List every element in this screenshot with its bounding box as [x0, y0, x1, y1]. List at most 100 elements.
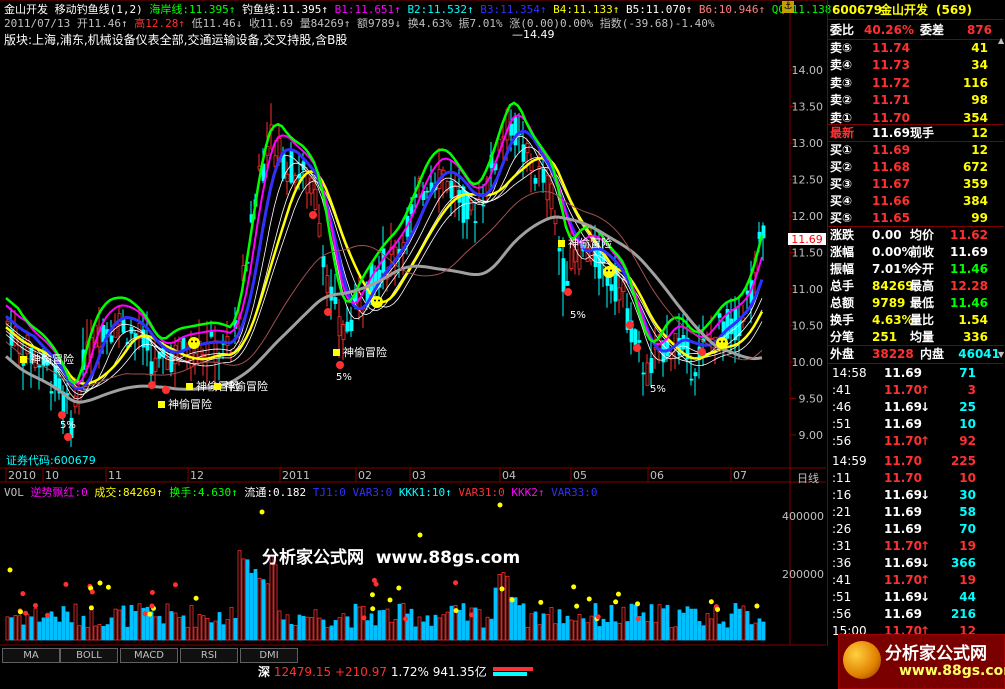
- time-axis-label: 2011: [282, 469, 310, 482]
- sell-volume: 98: [971, 93, 988, 108]
- signal-label: 神偷冒险: [30, 352, 74, 366]
- volume-bar: [165, 603, 170, 641]
- volume-bar: [549, 607, 554, 641]
- sell-level-label: 卖④: [830, 58, 853, 73]
- tick-price: 11.69: [884, 505, 922, 519]
- candle-body: [557, 247, 562, 252]
- tab-rsi[interactable]: RSI: [180, 648, 238, 663]
- price-axis-label: 13.50: [792, 101, 824, 114]
- volume-bar: [413, 626, 418, 641]
- tick-volume: 225: [950, 454, 976, 468]
- smiley-eye: [606, 269, 608, 272]
- volume-bar: [677, 609, 682, 641]
- volume-bar: [729, 613, 734, 641]
- weibi-label: 委比: [830, 23, 855, 37]
- volume-bar: [125, 626, 130, 641]
- volume-bar: [29, 616, 34, 641]
- candle-body: [541, 169, 546, 183]
- candle-body: [289, 150, 294, 183]
- percent-label: 5%: [650, 384, 666, 395]
- volume-bar: [325, 627, 330, 641]
- stock-code-label: 证券代码:600679: [6, 454, 96, 467]
- volume-bar: [33, 608, 38, 641]
- volume-bar: [497, 573, 502, 641]
- volume-dot: [20, 591, 26, 597]
- volume-dot: [361, 615, 367, 621]
- price-axis-label: 10.00: [792, 356, 824, 369]
- candle-body: [149, 361, 154, 376]
- tick-volume: 19: [959, 573, 976, 587]
- candle-body: [533, 177, 538, 184]
- volume-bar: [641, 612, 646, 641]
- stat-value: 0.00%: [872, 245, 914, 259]
- tick-volume: 19: [959, 539, 976, 553]
- candle-body: [633, 329, 638, 347]
- tick-price: 11.69: [884, 366, 922, 380]
- tick-row: :11 11.70 10: [828, 470, 1004, 486]
- time-axis-label: 10: [45, 469, 59, 482]
- volume-bar: [485, 616, 490, 641]
- candle-body: [349, 319, 354, 332]
- tab-boll[interactable]: BOLL: [60, 648, 118, 663]
- candle-body: [341, 324, 346, 340]
- volume-bar: [93, 625, 98, 641]
- volume-bar: [281, 619, 286, 641]
- volume-dot: [574, 603, 580, 609]
- volume-bar: [285, 614, 290, 641]
- buy-level-label: 买②: [830, 160, 853, 174]
- signal-square-icon: [20, 356, 27, 363]
- sell-level-label: 卖③: [830, 75, 853, 90]
- scroll-down-icon[interactable]: ▼: [998, 350, 1005, 360]
- volume-bar: [273, 564, 278, 641]
- volume-bar: [301, 615, 306, 641]
- volume-dot: [17, 609, 23, 615]
- low-point-marker: [626, 321, 634, 329]
- volume-bar: [685, 606, 690, 641]
- volume-bar: [101, 625, 106, 641]
- tick-volume: 366: [950, 556, 976, 570]
- tab-dmi[interactable]: DMI: [240, 648, 298, 663]
- scroll-up-icon[interactable]: ▲: [998, 36, 1005, 46]
- candle-body: [641, 372, 646, 375]
- signal-square-icon: [333, 349, 340, 356]
- volume-bar: [277, 610, 282, 641]
- candle-body: [509, 123, 514, 136]
- price-axis-label: 14.00: [792, 64, 824, 77]
- volume-bar: [181, 615, 186, 641]
- stat-label: 涨幅: [830, 245, 855, 259]
- volume-bar: [41, 617, 46, 641]
- candle-body: [565, 280, 570, 286]
- volume-bar: [177, 617, 182, 641]
- stat-value: 4.63%: [872, 313, 914, 327]
- tab-ma[interactable]: MA: [2, 648, 60, 663]
- volume-dot: [105, 584, 111, 590]
- volume-bar: [205, 618, 210, 641]
- volume-bar: [229, 606, 234, 641]
- buy-price: 11.66: [872, 194, 910, 208]
- volume-bar: [725, 627, 730, 641]
- settings-icon[interactable]: ⚓: [782, 1, 794, 13]
- tick-time: :31: [832, 539, 852, 553]
- quote-panel: 600679 金山开发 (569) 委比 40.26% 委差 876 卖⑤ 11.74 41 卖④ 1…: [827, 0, 1005, 646]
- volume-bar: [397, 603, 402, 641]
- time-axis-label: 03: [412, 469, 426, 482]
- candle-body: [449, 180, 454, 199]
- stat-label: 最高: [910, 279, 935, 293]
- tick-volume: 10: [959, 417, 976, 431]
- xianshou-label: 现手: [910, 126, 935, 140]
- inner-value: 46041: [958, 347, 1000, 361]
- volume-bar: [417, 616, 422, 641]
- tick-time: :51: [832, 590, 852, 604]
- volume-bar: [293, 625, 298, 641]
- volume-dot: [396, 585, 402, 591]
- candle-body: [561, 258, 566, 292]
- time-axis-label: 2010: [8, 469, 36, 482]
- signal-square-icon: [214, 383, 221, 390]
- header-segment: 涨(0.00)0.00%: [509, 17, 600, 30]
- volume-bar: [157, 615, 162, 641]
- period-label[interactable]: 日线: [797, 470, 819, 486]
- volume-bar: [673, 626, 678, 641]
- volume-dot: [88, 605, 94, 611]
- buy-level-row: 买④ 11.66 384: [828, 193, 1004, 209]
- tab-macd[interactable]: MACD: [120, 648, 178, 663]
